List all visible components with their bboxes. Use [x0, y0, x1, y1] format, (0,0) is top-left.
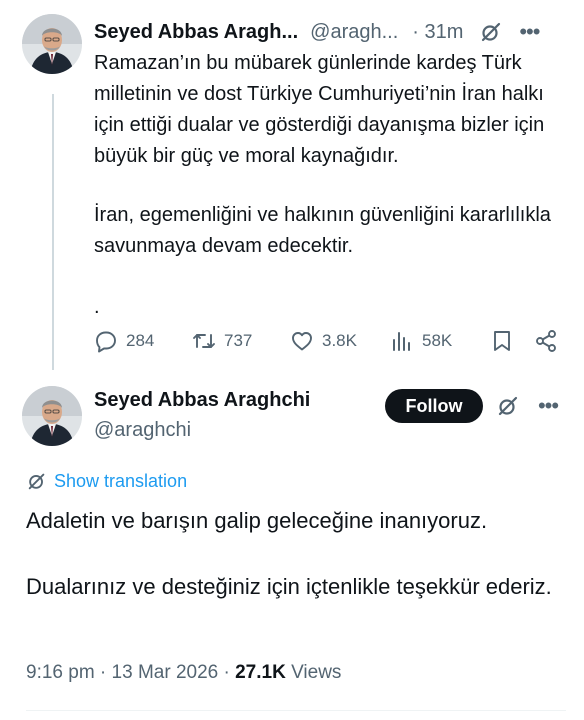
share-button[interactable] [534, 329, 558, 353]
grok-icon[interactable] [494, 392, 522, 420]
tweet-paragraph: Dualarınız ve desteğiniz için içtenlikle… [26, 574, 552, 599]
tweet-paragraph: Adaletin ve barışın galip geleceğine ina… [26, 508, 488, 533]
more-icon[interactable]: ••• [515, 18, 543, 46]
tweet-paragraph: İran, egemenliğini ve halkının güvenliği… [94, 204, 551, 257]
more-icon[interactable]: ••• [534, 392, 562, 420]
author-handle[interactable]: @aragh... [310, 21, 398, 44]
repost-button[interactable]: 737 [192, 329, 252, 353]
like-button[interactable]: 3.8K [290, 329, 357, 353]
author-handle[interactable]: @araghchi [94, 419, 191, 442]
tweet-paragraph: Ramazan’ın bu mübarek günlerinde kardeş … [94, 52, 545, 167]
reply-count: 284 [126, 331, 155, 350]
tweet-text: Ramazan’ın bu mübarek günlerinde kardeş … [94, 48, 572, 323]
share-icon [536, 330, 556, 352]
action-bar: 284 737 3.8K 58K [94, 326, 564, 356]
avatar-image [22, 14, 82, 74]
tweet-text: Adaletin ve barışın galip geleceğine ina… [26, 504, 566, 604]
avatar[interactable] [22, 14, 82, 74]
reply-icon [96, 331, 116, 353]
show-translation-link[interactable]: Show translation [26, 470, 187, 492]
tweet-time[interactable]: · 31m [412, 21, 463, 44]
bookmark-button[interactable] [490, 329, 514, 353]
author-name[interactable]: Seyed Abbas Araghchi [94, 389, 310, 412]
views-total: 27.1K [235, 662, 286, 683]
grok-icon[interactable] [477, 18, 505, 46]
thread-line [52, 94, 54, 370]
tweet-paragraph: . [94, 296, 100, 318]
like-count: 3.8K [322, 331, 357, 350]
tweet-header: Seyed Abbas Aragh... @aragh... · 31m ••• [94, 14, 568, 50]
views-icon [393, 332, 410, 351]
show-translation-label: Show translation [54, 470, 188, 491]
repost-count: 737 [224, 331, 253, 350]
avatar-image [22, 386, 82, 446]
bookmark-icon [494, 331, 510, 351]
divider [26, 710, 566, 711]
like-icon [292, 332, 312, 351]
repost-icon [193, 334, 215, 348]
tweet-meta: 9:16 pm · 13 Mar 2026 · 27.1K Views [26, 662, 341, 684]
reply-button[interactable]: 284 [94, 329, 154, 353]
views-button[interactable]: 58K [390, 329, 452, 353]
views-count: 58K [422, 331, 453, 350]
grok-icon [28, 473, 45, 490]
follow-button[interactable]: Follow [385, 389, 483, 423]
author-name[interactable]: Seyed Abbas Aragh... [94, 21, 298, 44]
views-label: Views [285, 662, 342, 683]
avatar[interactable] [22, 386, 82, 446]
tweet-datetime[interactable]: 9:16 pm · 13 Mar 2026 · [26, 662, 235, 683]
